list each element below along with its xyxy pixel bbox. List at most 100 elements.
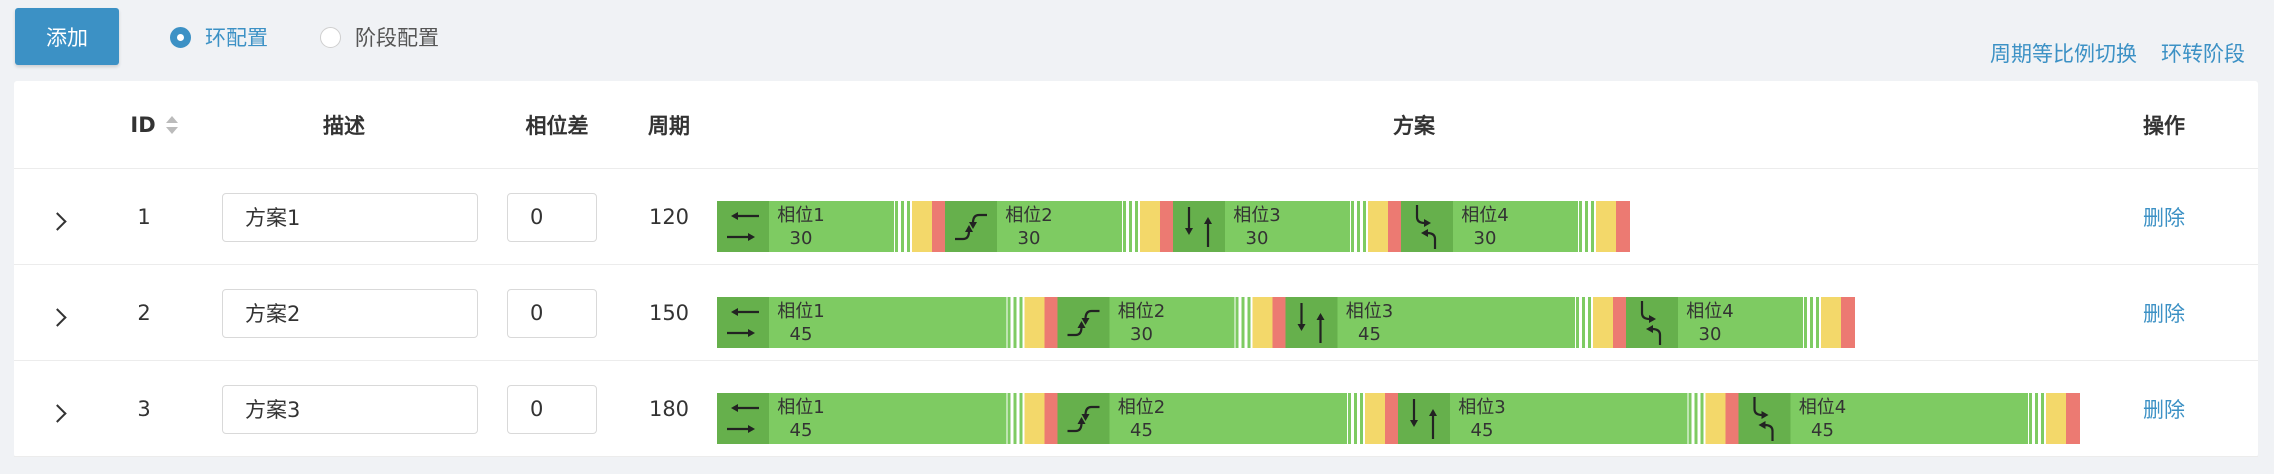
radio-ring-config-label: 环配置	[205, 26, 268, 50]
desc-cell	[222, 361, 478, 457]
phase-bar[interactable]: 相位145	[717, 297, 1059, 348]
flash-green-stripe	[2035, 393, 2038, 444]
desc-input[interactable]	[222, 384, 478, 434]
desc-input[interactable]	[222, 288, 478, 338]
phase-red	[1613, 297, 1627, 348]
phase-bar[interactable]: 相位230	[945, 201, 1174, 252]
radio-unchecked-icon[interactable]	[320, 26, 341, 48]
delete-button[interactable]: 删除	[2143, 394, 2185, 424]
phase-time: 45	[1471, 420, 1494, 441]
flash-green-stripe	[1007, 297, 1011, 348]
phase-bar[interactable]: 相位430	[1626, 297, 1855, 348]
delete-button[interactable]: 删除	[2143, 202, 2185, 232]
row-id: 2	[137, 301, 151, 325]
phase-yellow	[1024, 297, 1045, 348]
expand-button[interactable]	[42, 169, 72, 265]
flash-green-stripe	[1123, 201, 1126, 252]
offset-input[interactable]	[507, 384, 597, 434]
phase-yellow	[1365, 393, 1385, 444]
row-id: 3	[137, 397, 151, 421]
phase-label: 相位3	[1233, 205, 1280, 226]
phase-icon-bg	[717, 393, 769, 444]
desc-cell	[222, 169, 478, 265]
phase-icon-bg	[1057, 393, 1110, 444]
phase-label: 相位4	[1799, 397, 1846, 418]
phase-time: 45	[1358, 324, 1381, 345]
phase-time: 30	[1018, 228, 1041, 249]
flash-green-stripe	[895, 201, 898, 252]
phase-bar[interactable]: 相位445	[1738, 393, 2081, 444]
header-id-label: ID	[130, 113, 156, 137]
plan-timeline-svg: 相位145相位230相位345相位430	[717, 297, 1855, 348]
table-row: 3 180 相位145相位245相位345相位445 删除	[14, 361, 2258, 457]
delete-cell: 删除	[2114, 361, 2214, 457]
flash-green-stripe	[1357, 201, 1360, 252]
radio-checked-icon[interactable]	[170, 26, 191, 48]
phase-label: 相位1	[777, 301, 824, 322]
plan-timeline: 相位1 45 相位2 45 相位3 45 相位4 45	[717, 361, 2167, 457]
phase-icon-bg	[1057, 297, 1110, 348]
flash-green-stripe	[2041, 393, 2044, 444]
flash-green-stripe	[1810, 297, 1813, 348]
flash-green-stripe	[1007, 393, 1011, 444]
phase-red	[1725, 393, 1740, 444]
phase-time: 30	[1474, 228, 1497, 249]
flash-green-stripe	[1688, 393, 1692, 444]
phase-bar[interactable]: 相位345	[1398, 393, 1740, 444]
phase-bar[interactable]: 相位130	[717, 201, 946, 252]
delete-cell: 删除	[2114, 265, 2214, 361]
ring-to-stage-link[interactable]: 环转阶段	[2161, 38, 2245, 68]
row-cycle: 150	[648, 301, 690, 325]
row-id: 1	[137, 205, 151, 229]
phase-yellow	[1705, 393, 1726, 444]
offset-input[interactable]	[507, 288, 597, 338]
phase-time: 45	[790, 324, 813, 345]
phase-bar[interactable]: 相位245	[1057, 393, 1400, 444]
flash-green-stripe	[1585, 201, 1588, 252]
phase-bar[interactable]: 相位330	[1173, 201, 1402, 252]
phase-red	[1044, 297, 1059, 348]
chevron-right-icon[interactable]	[47, 211, 67, 231]
header-desc: 描述	[323, 114, 365, 138]
flash-green-stripe	[1576, 297, 1579, 348]
phase-yellow	[1252, 297, 1273, 348]
phase-label: 相位3	[1346, 301, 1393, 322]
sort-icon[interactable]	[165, 116, 178, 134]
phase-icon-bg	[717, 201, 769, 252]
flash-green-stripe	[1247, 297, 1251, 348]
flash-green-stripe	[1013, 297, 1017, 348]
plan-timeline: 相位1 45 相位2 30 相位3 45 相位4 30	[717, 265, 2167, 361]
chevron-right-icon[interactable]	[47, 307, 67, 327]
flash-green-stripe	[907, 201, 910, 252]
flash-green-stripe	[1579, 201, 1582, 252]
flash-green-stripe	[2029, 393, 2032, 444]
delete-button[interactable]: 删除	[2143, 298, 2185, 328]
radio-stage-config[interactable]: 阶段配置	[320, 22, 439, 52]
flash-green-stripe	[1135, 201, 1138, 252]
header-id[interactable]: ID	[109, 81, 199, 169]
flash-green-stripe	[1816, 297, 1819, 348]
cycle-proportional-switch-link[interactable]: 周期等比例切换	[1990, 38, 2137, 68]
table-header: ID 描述 相位差 周期 方案 操作	[14, 81, 2258, 169]
phase-bar[interactable]: 相位145	[717, 393, 1059, 444]
phase-icon-bg	[1626, 297, 1678, 348]
phase-yellow	[1596, 201, 1616, 252]
expand-button[interactable]	[42, 265, 72, 361]
phase-time: 45	[1811, 420, 1834, 441]
plan-timeline-svg: 相位145相位245相位345相位445	[717, 393, 2081, 444]
phase-bar[interactable]: 相位430	[1401, 201, 1630, 252]
phase-bar[interactable]: 相位345	[1285, 297, 1628, 348]
offset-input[interactable]	[507, 192, 597, 242]
phase-time: 30	[1699, 324, 1722, 345]
offset-cell	[507, 169, 597, 265]
add-button[interactable]: 添加	[15, 8, 119, 65]
chevron-right-icon[interactable]	[47, 403, 67, 423]
flash-green-stripe	[1019, 393, 1023, 444]
radio-ring-config[interactable]: 环配置	[170, 22, 268, 52]
phase-red	[2066, 393, 2080, 444]
desc-input[interactable]	[222, 192, 478, 242]
flash-green-stripe	[1013, 393, 1017, 444]
plan-table: ID 描述 相位差 周期 方案 操作 1 120 相位130相位230相位330…	[14, 81, 2258, 457]
phase-bar[interactable]: 相位230	[1057, 297, 1287, 348]
expand-button[interactable]	[42, 361, 72, 457]
